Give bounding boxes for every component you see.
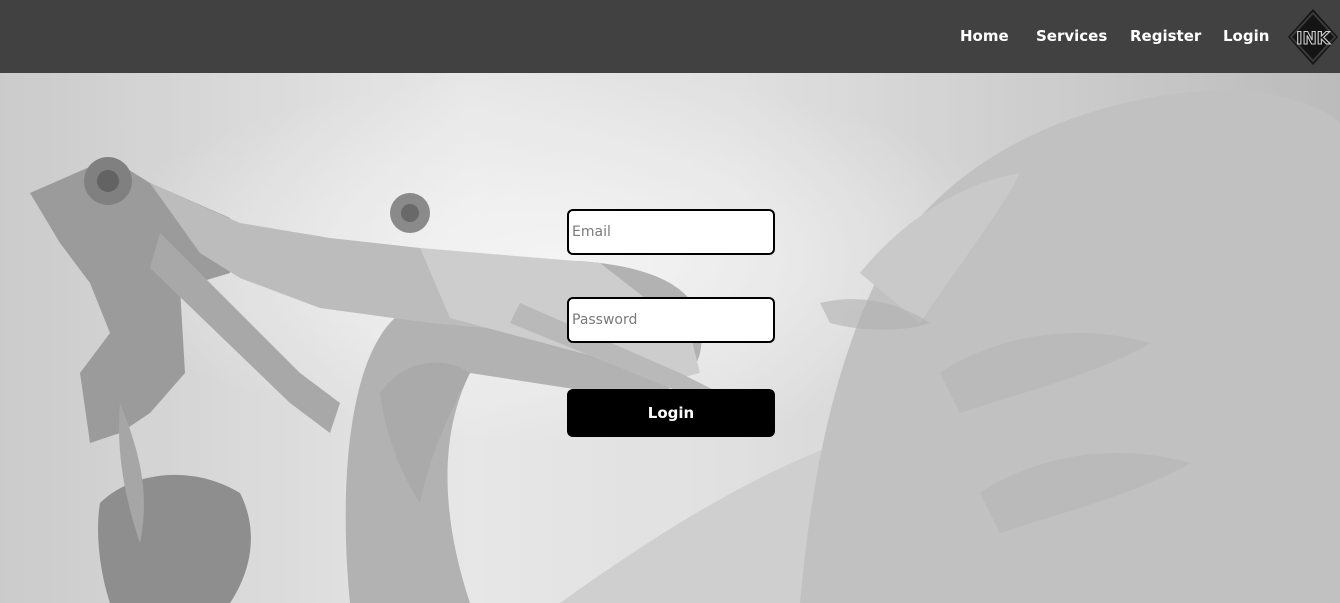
password-field[interactable] — [567, 297, 775, 343]
navbar: Home Services Register Login INK — [0, 0, 1340, 73]
nav-link-login[interactable]: Login — [1223, 26, 1269, 46]
email-field[interactable] — [567, 209, 775, 255]
nav-link-services[interactable]: Services — [1036, 26, 1107, 46]
nav-link-home[interactable]: Home — [960, 26, 1009, 46]
ink-logo-icon[interactable]: INK — [1286, 8, 1340, 66]
logo-text: INK — [1296, 29, 1331, 49]
login-button[interactable]: Login — [567, 389, 775, 437]
nav-link-register[interactable]: Register — [1130, 26, 1201, 46]
